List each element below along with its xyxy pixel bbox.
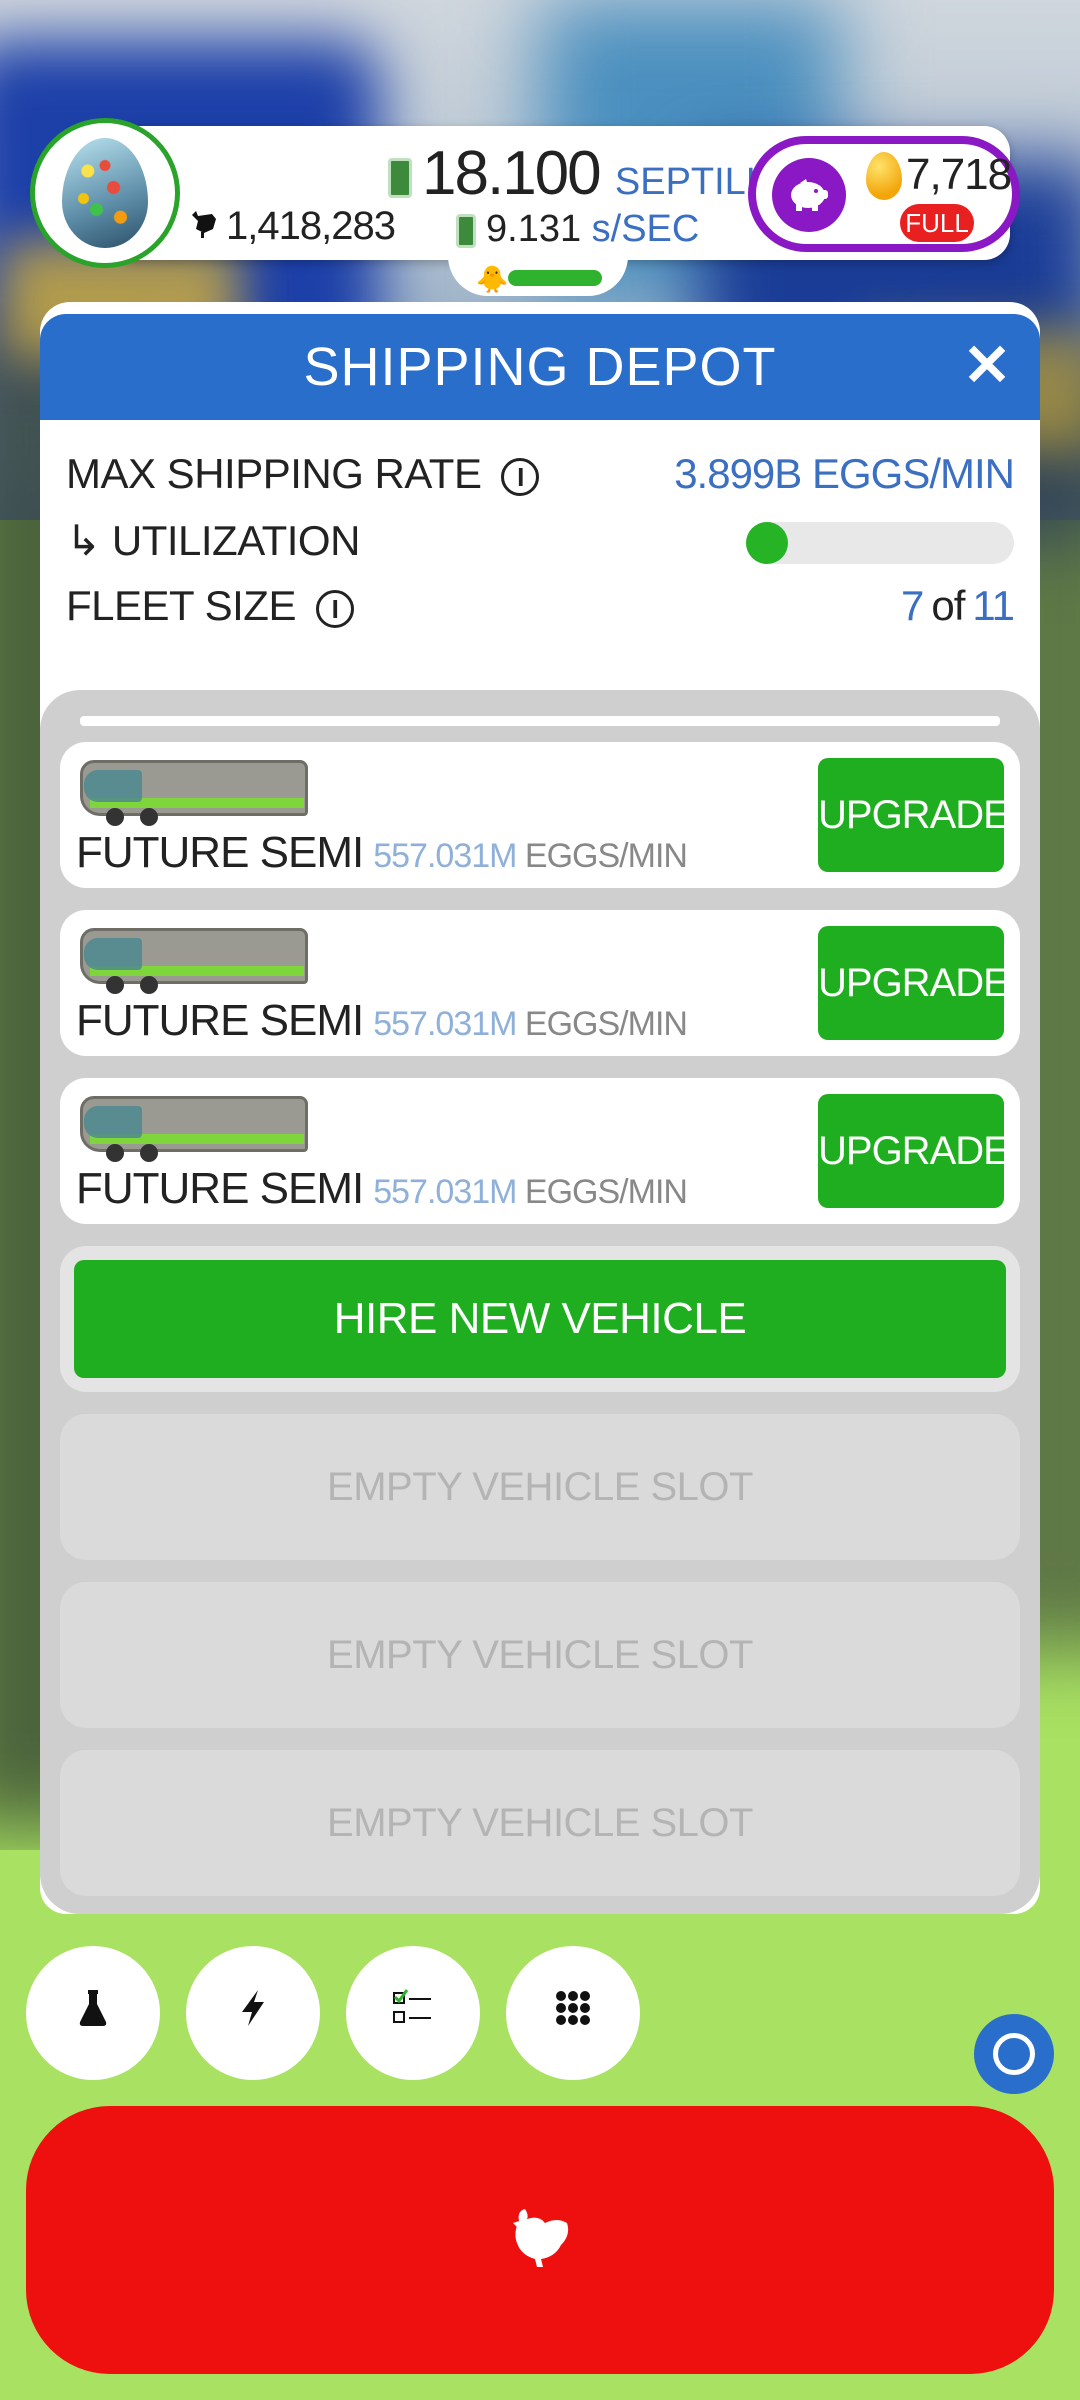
info-icon[interactable]: i: [501, 457, 540, 496]
vehicle-name: FUTURE SEMI: [76, 828, 364, 877]
max-shipping-rate-label: MAX SHIPPING RATE: [66, 450, 482, 497]
scroll-edge: [80, 716, 1000, 726]
egg-icon: [62, 138, 148, 248]
vehicle-rate: 557.031M EGGS/MIN: [373, 1005, 688, 1043]
flask-icon: [77, 1988, 109, 2039]
future-semi-truck-icon: [80, 1096, 308, 1162]
hire-vehicle-slot: HIRE NEW VEHICLE: [60, 1246, 1020, 1392]
earning-rate: 9.131 s/SEC: [456, 208, 699, 251]
fleet-size-label: FLEET SIZE: [66, 582, 296, 629]
fleet-size-row: FLEET SIZE i 7 of 11: [66, 582, 1015, 642]
hatch-chicken-button[interactable]: [26, 2106, 1054, 2374]
vehicle-rate: 557.031M EGGS/MIN: [373, 837, 688, 875]
vehicle-list[interactable]: FUTURE SEMI 557.031M EGGS/MIN UPGRADE FUT…: [40, 690, 1040, 1914]
chicken-icon: [186, 204, 220, 249]
cash-icon: [388, 157, 412, 198]
main-menu-button[interactable]: [506, 1946, 640, 2080]
vehicle-row: FUTURE SEMI 557.031M EGGS/MIN UPGRADE: [60, 742, 1020, 888]
upgrade-button[interactable]: UPGRADE: [818, 758, 1010, 872]
max-shipping-rate-row: MAX SHIPPING RATE i 3.899B EGGS/MIN: [66, 450, 1015, 510]
vehicle-name: FUTURE SEMI: [76, 1164, 364, 1213]
vehicle-row: FUTURE SEMI 557.031M EGGS/MIN UPGRADE: [60, 1078, 1020, 1224]
overlay-toggle-button[interactable]: [974, 2014, 1054, 2094]
current-egg-button[interactable]: [30, 118, 180, 268]
cash-icon: [456, 213, 476, 248]
piggy-full-badge: FULL: [900, 204, 974, 242]
panel-title: SHIPPING DEPOT: [303, 337, 777, 397]
chicken-icon: [505, 2205, 575, 2276]
golden-egg-count: 7,718: [906, 150, 1012, 199]
hab-capacity-bar: [508, 270, 602, 286]
piggy-bank-icon[interactable]: [772, 158, 846, 232]
future-semi-truck-icon: [80, 928, 308, 994]
shipping-depot-panel: SHIPPING DEPOT ✕ MAX SHIPPING RATE i 3.89…: [40, 314, 1040, 1914]
lightning-icon: [238, 1988, 268, 2039]
vehicle-name: FUTURE SEMI: [76, 996, 364, 1045]
fleet-size-value: 7 of 11: [901, 582, 1015, 629]
utilization-row: ↳ UTILIZATION: [66, 516, 1014, 576]
upgrade-button[interactable]: UPGRADE: [818, 1094, 1010, 1208]
utilization-fill: [746, 522, 788, 564]
info-icon[interactable]: i: [315, 589, 354, 628]
chick-icon: 🐥: [476, 264, 509, 294]
boosts-button[interactable]: [186, 1946, 320, 2080]
research-button[interactable]: [26, 1946, 160, 2080]
future-semi-truck-icon: [80, 760, 308, 826]
ring-icon: [993, 2033, 1035, 2075]
vehicle-row: FUTURE SEMI 557.031M EGGS/MIN UPGRADE: [60, 910, 1020, 1056]
vehicle-rate: 557.031M EGGS/MIN: [373, 1173, 688, 1211]
checklist-icon: [391, 1988, 435, 2039]
max-shipping-rate-value: 3.899B EGGS/MIN: [674, 450, 1015, 497]
empty-vehicle-slot: EMPTY VEHICLE SLOT: [60, 1750, 1020, 1896]
panel-header: SHIPPING DEPOT ✕: [40, 314, 1040, 420]
close-icon[interactable]: ✕: [956, 336, 1018, 398]
grid-menu-icon: [553, 1988, 593, 2039]
utilization-bar: [746, 522, 1014, 564]
golden-egg-icon: [866, 152, 902, 200]
utilization-label: ↳ UTILIZATION: [66, 517, 360, 564]
empty-vehicle-slot: EMPTY VEHICLE SLOT: [60, 1414, 1020, 1560]
empty-vehicle-slot: EMPTY VEHICLE SLOT: [60, 1582, 1020, 1728]
upgrade-button[interactable]: UPGRADE: [818, 926, 1010, 1040]
chicken-count: 1,418,283: [186, 204, 396, 249]
missions-button[interactable]: [346, 1946, 480, 2080]
hire-new-vehicle-button[interactable]: HIRE NEW VEHICLE: [74, 1260, 1006, 1378]
